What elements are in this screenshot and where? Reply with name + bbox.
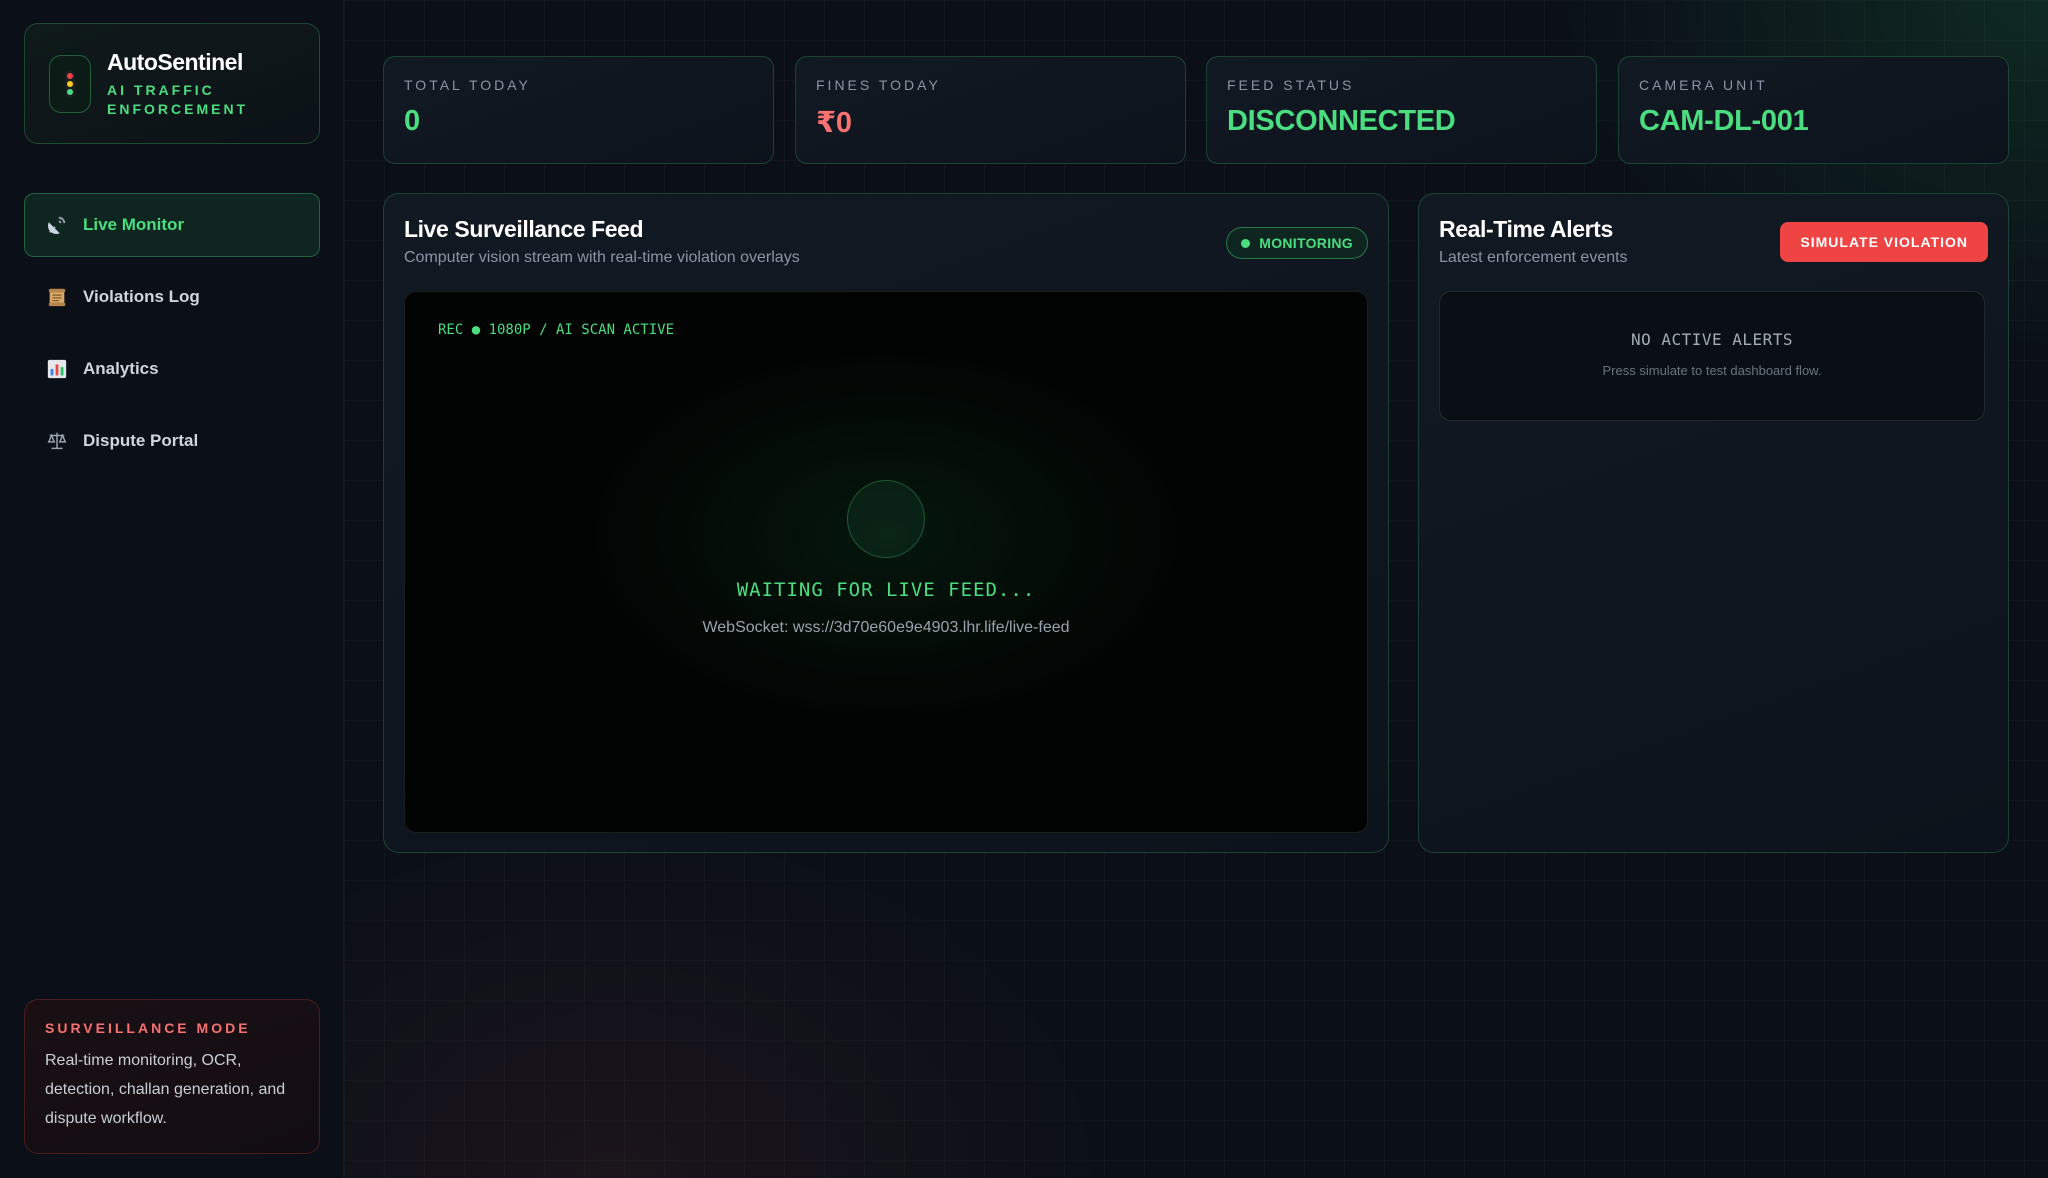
stat-feed-status: FEED STATUS DISCONNECTED [1206,56,1597,164]
stat-value: CAM-DL-001 [1639,105,1809,137]
stat-value: 0 [404,105,420,137]
simulate-violation-button[interactable]: SIMULATE VIOLATION [1780,222,1988,262]
brand-card: AutoSentinel AI TRAFFIC ENFORCEMENT [24,23,320,144]
empty-alerts-subtitle: Press simulate to test dashboard flow. [1602,363,1822,378]
video-feed-area[interactable]: REC ● 1080P / AI SCAN ACTIVE WAITING FOR… [404,291,1368,833]
brand-title: AutoSentinel [107,48,243,75]
stat-label: CAMERA UNIT [1639,77,1768,93]
satellite-dish-icon [45,213,69,237]
stat-label: TOTAL TODAY [404,77,531,93]
monitoring-badge: MONITORING [1226,227,1368,259]
status-dot-icon [1241,238,1251,248]
stat-label: FINES TODAY [816,77,941,93]
empty-alerts-title: NO ACTIVE ALERTS [1630,330,1794,349]
sidebar-item-violations-log[interactable]: Violations Log [24,265,320,329]
surveillance-mode-card: SURVEILLANCE MODE Real-time monitoring, … [24,999,320,1154]
sidebar-item-label: Violations Log [83,287,200,306]
stat-fines-today: FINES TODAY ₹0 [795,56,1186,164]
stat-camera-unit: CAMERA UNIT CAM-DL-001 [1618,56,2009,164]
panel-subtitle: Computer vision stream with real-time vi… [404,249,800,266]
sidebar-item-label: Analytics [83,359,159,378]
rec-indicator: REC ● 1080P / AI SCAN ACTIVE [438,322,675,338]
badge-label: MONITORING [1259,235,1353,251]
panel-title: Live Surveillance Feed [404,216,644,242]
stat-label: FEED STATUS [1227,77,1355,93]
waiting-message: WAITING FOR LIVE FEED... [736,579,1036,601]
websocket-url: WebSocket: wss://3d70e60e9e4903.lhr.life… [702,619,1070,636]
empty-alerts-box: NO ACTIVE ALERTS Press simulate to test … [1439,291,1985,421]
panel-title: Real-Time Alerts [1439,216,1613,242]
scroll-icon [45,285,69,309]
sidebar-item-label: Live Monitor [83,215,185,234]
traffic-light-icon [49,54,91,113]
alerts-panel: Real-Time Alerts Latest enforcement even… [1418,193,2009,853]
sidebar-nav: Live Monitor Violations Log Analytics Di… [24,193,320,481]
brand-subtitle: AI TRAFFIC ENFORCEMENT [107,81,249,117]
sidebar: AutoSentinel AI TRAFFIC ENFORCEMENT Live… [0,0,344,1178]
sidebar-item-analytics[interactable]: Analytics [24,337,320,401]
live-feed-panel: Live Surveillance Feed Computer vision s… [383,193,1389,853]
scan-indicator-icon [847,480,925,558]
sidebar-item-dispute-portal[interactable]: Dispute Portal [24,409,320,473]
sidebar-item-live-monitor[interactable]: Live Monitor [24,193,320,257]
bar-chart-icon [45,357,69,381]
mode-title: SURVEILLANCE MODE [45,1020,251,1036]
panel-subtitle: Latest enforcement events [1439,249,1628,266]
stat-value: DISCONNECTED [1227,105,1456,137]
sidebar-item-label: Dispute Portal [83,431,199,450]
stat-total-today: TOTAL TODAY 0 [383,56,774,164]
scales-icon [45,429,69,453]
stat-value: ₹0 [816,107,852,139]
mode-description: Real-time monitoring, OCR, detection, ch… [45,1052,286,1127]
